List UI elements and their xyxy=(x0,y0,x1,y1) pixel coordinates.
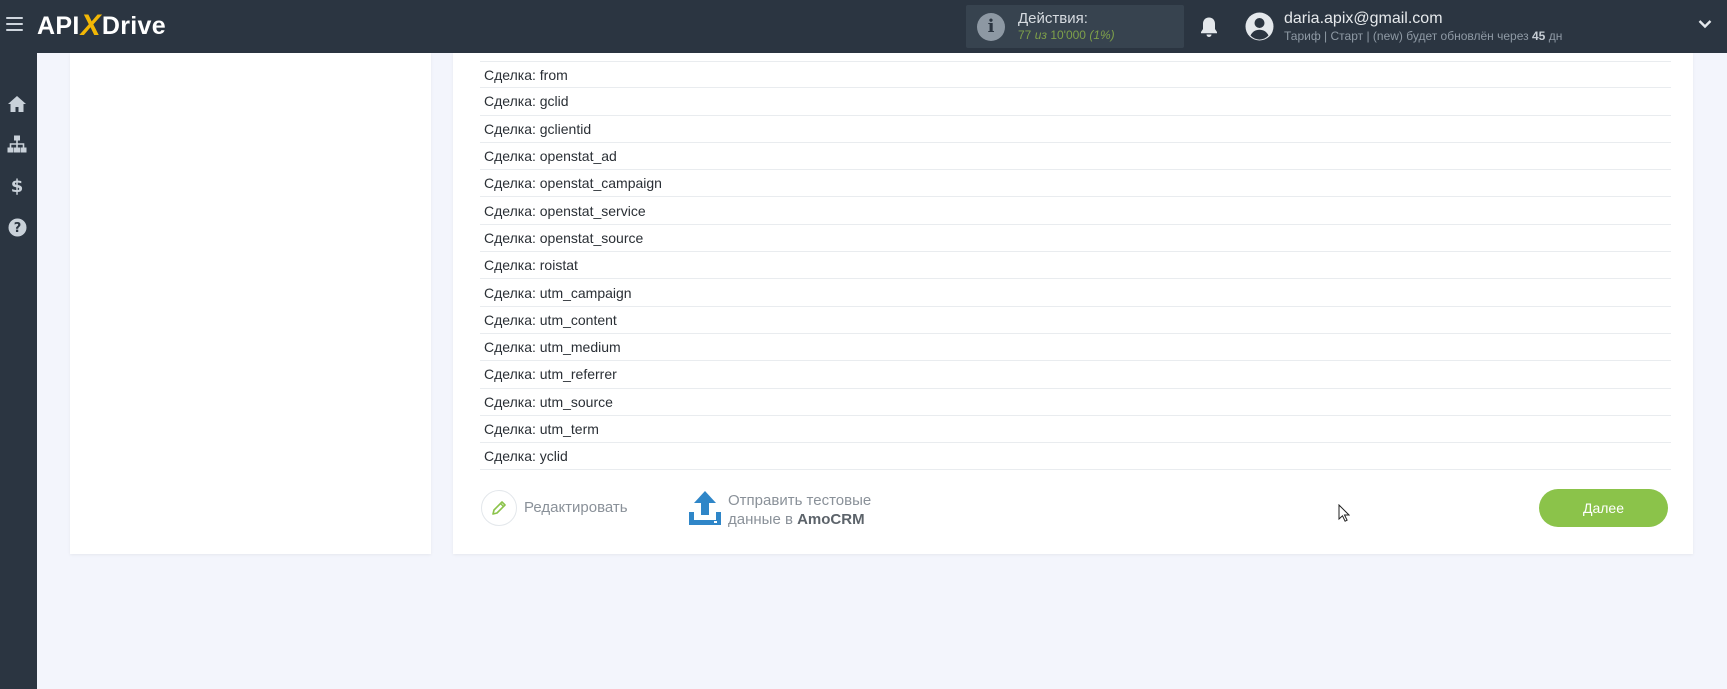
list-item: Сделка: utm_referrer xyxy=(480,361,1671,389)
actions-title: Действия: xyxy=(1018,9,1088,27)
edit-button[interactable] xyxy=(481,490,517,526)
send-target: AmoCRM xyxy=(797,511,865,528)
apix-drive-logo[interactable]: API X Drive xyxy=(37,9,166,43)
mouse-cursor-icon xyxy=(1338,504,1350,522)
actions-used: 77 xyxy=(1018,27,1032,42)
list-item: Сделка: openstat_service xyxy=(480,197,1671,225)
sitemap-icon[interactable] xyxy=(6,133,28,155)
field-list: Сделка: from Сделка: gclid Сделка: gclie… xyxy=(480,61,1671,471)
send-test-data-button[interactable]: Отправить тестовые данные в AmoCRM xyxy=(728,491,871,529)
logo-text-left: API xyxy=(37,11,80,40)
plan-days-unit: дн xyxy=(1548,29,1563,43)
info-icon: i xyxy=(977,12,1005,41)
plan-days: 45 xyxy=(1532,29,1546,43)
actions-percent: (1%) xyxy=(1089,27,1115,42)
actions-counter[interactable]: i Действия: 77 из 10'000 (1%) xyxy=(966,5,1184,48)
upload-icon[interactable] xyxy=(687,490,723,527)
help-icon[interactable]: ? xyxy=(6,216,28,238)
home-icon[interactable] xyxy=(6,93,28,115)
plan-prefix: Тариф | Старт | (new) будет обновлён чер… xyxy=(1284,29,1529,43)
menu-icon[interactable] xyxy=(6,17,23,31)
svg-text:?: ? xyxy=(13,221,21,236)
edit-label[interactable]: Редактировать xyxy=(524,499,628,516)
bell-icon[interactable] xyxy=(1199,16,1219,38)
list-item: Сделка: gclientid xyxy=(480,116,1671,143)
next-button[interactable]: Далее xyxy=(1539,489,1668,527)
pencil-icon xyxy=(492,501,506,515)
send-line-2-prefix: данные в xyxy=(728,511,793,528)
user-email[interactable]: daria.apix@gmail.com xyxy=(1284,10,1443,28)
list-item: Сделка: utm_campaign xyxy=(480,279,1671,307)
chevron-down-icon[interactable] xyxy=(1698,19,1712,29)
main-panel: Сделка: from Сделка: gclid Сделка: gclie… xyxy=(453,53,1693,554)
list-item: Сделка: roistat xyxy=(480,252,1671,280)
list-item: Сделка: utm_term xyxy=(480,416,1671,444)
send-line-2: данные в AmoCRM xyxy=(728,510,871,529)
list-item: Сделка: openstat_source xyxy=(480,225,1671,253)
user-avatar-icon[interactable] xyxy=(1245,12,1274,41)
list-item: Сделка: yclid xyxy=(480,443,1671,471)
list-item: Сделка: utm_source xyxy=(480,389,1671,416)
actions-of: из xyxy=(1034,27,1047,42)
actions-usage: 77 из 10'000 (1%) xyxy=(1018,27,1115,44)
svg-text:$: $ xyxy=(11,176,24,196)
send-line-1: Отправить тестовые xyxy=(728,492,872,509)
dollar-icon[interactable]: $ xyxy=(6,175,28,197)
list-item: Сделка: from xyxy=(480,61,1671,89)
top-bar: API X Drive i Действия: 77 из 10'000 (1%) … xyxy=(0,0,1727,53)
list-item: Сделка: utm_medium xyxy=(480,334,1671,362)
list-item: Сделка: openstat_campaign xyxy=(480,170,1671,198)
left-panel xyxy=(70,53,431,554)
list-item: Сделка: utm_content xyxy=(480,307,1671,334)
user-plan: Тариф | Старт | (new) будет обновлён чер… xyxy=(1284,29,1562,43)
sidebar: $ ? xyxy=(0,53,37,689)
list-item: Сделка: openstat_ad xyxy=(480,143,1671,171)
logo-text-x: X xyxy=(80,9,101,42)
logo-text-right: Drive xyxy=(101,11,166,40)
list-item: Сделка: gclid xyxy=(480,88,1671,116)
actions-total: 10'000 xyxy=(1050,27,1086,42)
